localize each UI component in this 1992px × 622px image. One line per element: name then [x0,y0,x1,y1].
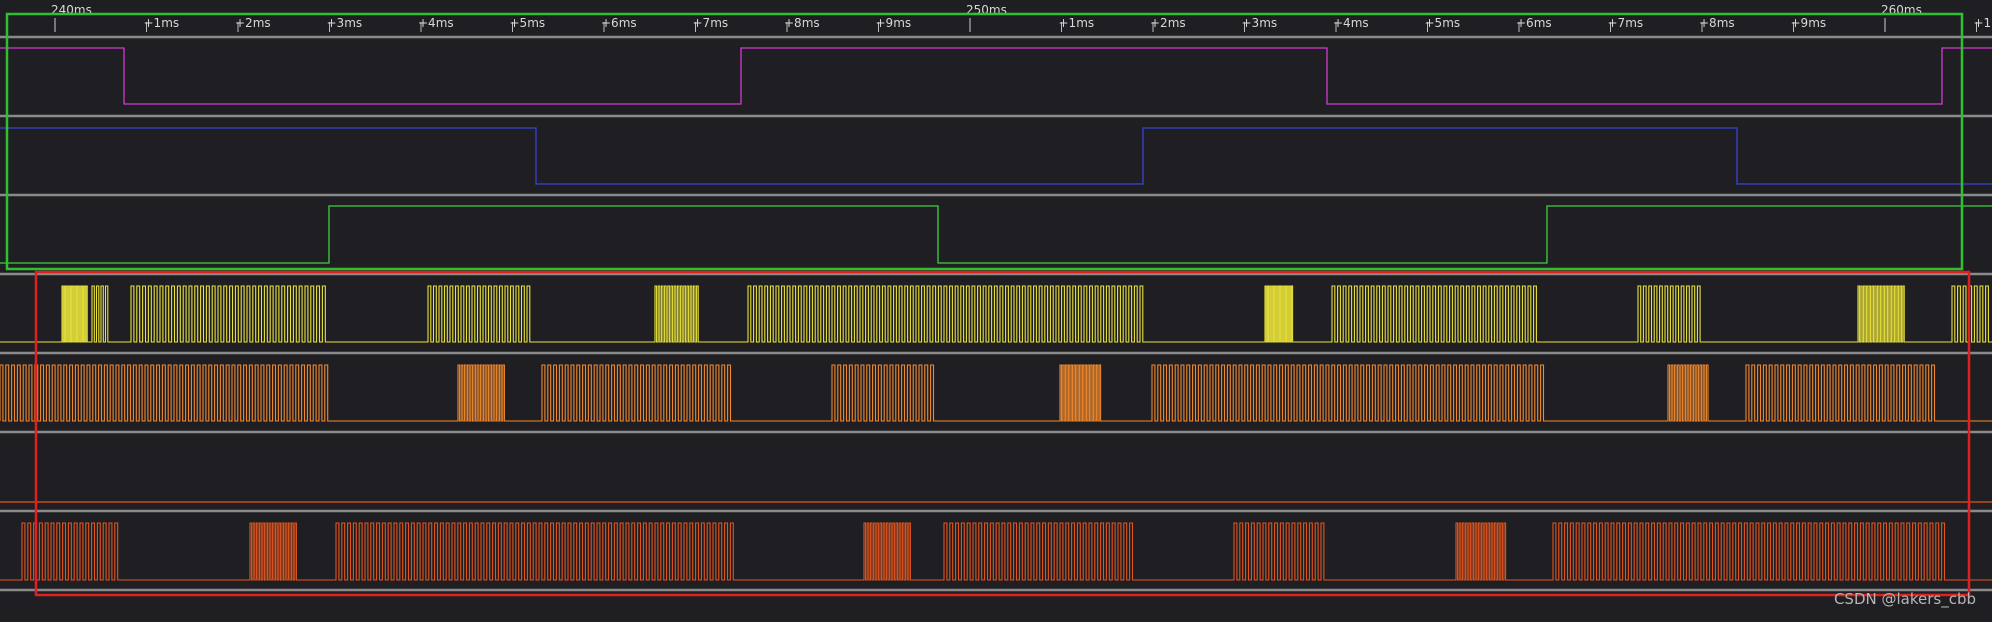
logic-analyzer-viewer[interactable]: 240ms250ms260ms+1ms+2ms+3ms+4ms+5ms+6ms+… [0,0,1992,618]
waveform-canvas[interactable]: 240ms250ms260ms+1ms+2ms+3ms+4ms+5ms+6ms+… [0,0,1992,618]
green-highlight-box [7,14,1962,269]
minor-tick-label: +9ms [876,16,912,30]
channel-5-waveform[interactable] [0,365,1992,421]
minor-tick-label: +4ms [418,16,454,30]
minor-tick-label: +6ms [601,16,637,30]
minor-tick-label: +9ms [1791,16,1827,30]
minor-tick-label: +5ms [1425,16,1461,30]
minor-tick-label: +1ms [144,16,180,30]
minor-tick-label: +5ms [510,16,546,30]
channel-4-waveform[interactable] [0,286,1992,342]
minor-tick-label: +8ms [1699,16,1735,30]
minor-tick-label: +3ms [327,16,363,30]
minor-tick-label: +6ms [1516,16,1552,30]
watermark: CSDN @lakers_cbb [1834,590,1976,608]
minor-tick-label: +3ms [1242,16,1278,30]
channel-7-waveform[interactable] [0,523,1992,580]
minor-tick-label: +1ms [1974,16,1992,30]
minor-tick-label: +1ms [1059,16,1095,30]
minor-tick-label: +4ms [1333,16,1369,30]
time-ruler[interactable]: 240ms250ms260ms+1ms+2ms+3ms+4ms+5ms+6ms+… [51,3,1992,32]
minor-tick-label: +2ms [235,16,271,30]
channel-2-waveform[interactable] [0,128,1992,184]
minor-tick-label: +2ms [1150,16,1186,30]
minor-tick-label: +8ms [784,16,820,30]
minor-tick-label: +7ms [693,16,729,30]
minor-tick-label: +7ms [1608,16,1644,30]
channel-1-waveform[interactable] [0,48,1992,104]
channel-3-waveform[interactable] [0,206,1992,263]
